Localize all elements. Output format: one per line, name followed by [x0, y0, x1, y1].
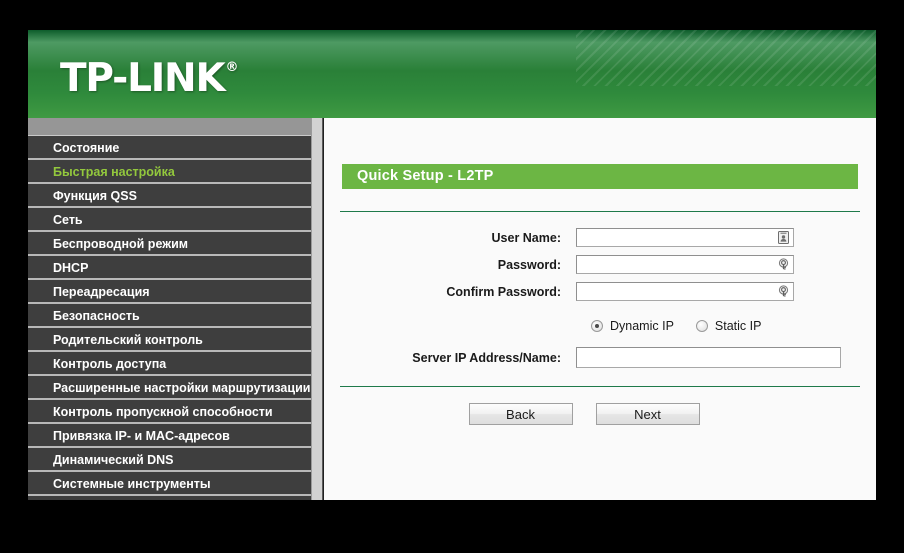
sidebar-item-3[interactable]: Сеть — [28, 208, 311, 232]
sidebar-item-12[interactable]: Привязка IP- и MAC-адресов — [28, 424, 311, 448]
ip-mode-radio-group: Dynamic IP Static IP — [324, 319, 876, 333]
server-address-label: Server IP Address/Name: — [412, 350, 561, 365]
banner-stripe-pattern — [576, 30, 876, 86]
sidebar-navigation: Состояние Быстрая настройка Функция QSS Сет… — [28, 118, 311, 500]
tplink-logo: TP-LINK® — [60, 56, 239, 101]
registered-mark-icon: ® — [225, 60, 239, 75]
sidebar-item-6[interactable]: Переадресация — [28, 280, 311, 304]
sidebar-item-14[interactable]: Системные инструменты — [28, 472, 311, 496]
ip-mode-label-1[interactable]: Static IP — [715, 319, 762, 333]
router-admin-window: TP-LINK® Состояние Быстрая настройка Функц… — [28, 30, 876, 500]
top-divider — [340, 211, 860, 212]
field-label-2: Confirm Password: — [446, 284, 561, 299]
key-icon[interactable] — [776, 257, 791, 272]
sidebar-item-4[interactable]: Беспроводной режим — [28, 232, 311, 256]
sidebar-item-2[interactable]: Функция QSS — [28, 184, 311, 208]
field-entry-0[interactable] — [577, 229, 793, 247]
sidebar-item-5[interactable]: DHCP — [28, 256, 311, 280]
field-input-1[interactable] — [576, 255, 794, 274]
next-button[interactable]: Next — [595, 403, 700, 425]
l2tp-credentials-form: User Name: Password: Confirm Password: — [324, 228, 876, 301]
form-actions: Back Next — [324, 403, 876, 425]
field-row-0: User Name: — [324, 228, 858, 247]
main-content-panel: Quick Setup - L2TP User Name: Password: Co… — [323, 118, 876, 500]
field-input-2[interactable] — [576, 282, 794, 301]
sidebar-item-10[interactable]: Расширенные настройки маршрутизации — [28, 376, 311, 400]
sidebar-scrollbar-gutter[interactable] — [311, 118, 323, 500]
sidebar-item-13[interactable]: Динамический DNS — [28, 448, 311, 472]
field-row-2: Confirm Password: — [324, 282, 858, 301]
sidebar-item-11[interactable]: Контроль пропускной способности — [28, 400, 311, 424]
body-wrapper: Состояние Быстрая настройка Функция QSS Сет… — [28, 118, 876, 500]
sidebar-menu: Состояние Быстрая настройка Функция QSS Сет… — [28, 136, 311, 496]
logo-text: TP-LINK — [60, 56, 226, 101]
ip-mode-label-0[interactable]: Dynamic IP — [610, 319, 674, 333]
contact-card-icon[interactable] — [776, 230, 791, 245]
field-entry-2[interactable] — [577, 283, 793, 301]
sidebar-item-9[interactable]: Контроль доступа — [28, 352, 311, 376]
sidebar-item-1[interactable]: Быстрая настройка — [28, 160, 311, 184]
page-header-banner: TP-LINK® — [28, 30, 876, 118]
server-address-row: Server IP Address/Name: — [324, 347, 876, 368]
sidebar-top-spacer — [28, 118, 311, 136]
key-icon[interactable] — [776, 284, 791, 299]
sidebar-item-7[interactable]: Безопасность — [28, 304, 311, 328]
sidebar-item-8[interactable]: Родительский контроль — [28, 328, 311, 352]
field-label-0: User Name: — [491, 230, 561, 245]
field-row-1: Password: — [324, 255, 858, 274]
field-entry-1[interactable] — [577, 256, 793, 274]
field-input-0[interactable] — [576, 228, 794, 247]
bottom-divider — [340, 386, 860, 387]
section-title-bar: Quick Setup - L2TP — [342, 164, 858, 189]
ip-mode-radio-0[interactable] — [591, 320, 603, 332]
sidebar-item-0[interactable]: Состояние — [28, 136, 311, 160]
field-label-1: Password: — [497, 257, 561, 272]
server-address-input[interactable] — [576, 347, 841, 368]
ip-mode-radio-1[interactable] — [695, 320, 708, 332]
server-address-field[interactable] — [577, 348, 840, 367]
back-button[interactable]: Back — [468, 403, 573, 425]
